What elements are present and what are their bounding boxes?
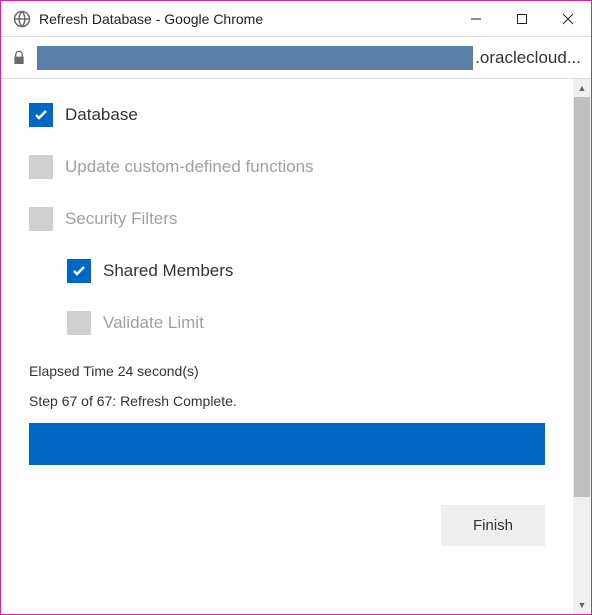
checkbox-database[interactable] xyxy=(29,103,53,127)
checkbox-validate-limit xyxy=(67,311,91,335)
option-validate-limit: Validate Limit xyxy=(67,311,545,335)
lock-icon xyxy=(11,50,27,66)
option-database[interactable]: Database xyxy=(29,103,545,127)
url-field[interactable]: .oraclecloud... xyxy=(37,44,581,72)
option-label: Security Filters xyxy=(65,209,177,229)
close-button[interactable] xyxy=(545,1,591,37)
checkbox-security-filters xyxy=(29,207,53,231)
maximize-button[interactable] xyxy=(499,1,545,37)
url-selected-text xyxy=(37,46,473,70)
globe-icon xyxy=(13,10,31,28)
content-area: Database Update custom-defined functions… xyxy=(1,79,591,614)
step-status: Step 67 of 67: Refresh Complete. xyxy=(29,393,545,409)
option-security-filters: Security Filters xyxy=(29,207,545,231)
option-label: Validate Limit xyxy=(103,313,204,333)
option-label: Shared Members xyxy=(103,261,233,281)
finish-button[interactable]: Finish xyxy=(441,505,545,546)
scroll-up-icon[interactable]: ▲ xyxy=(573,79,591,97)
url-suffix: .oraclecloud... xyxy=(473,48,581,68)
progress-bar xyxy=(29,423,545,465)
window-titlebar: Refresh Database - Google Chrome xyxy=(1,1,591,37)
checkbox-shared-members[interactable] xyxy=(67,259,91,283)
scroll-thumb[interactable] xyxy=(574,97,590,497)
option-label: Update custom-defined functions xyxy=(65,157,314,177)
check-icon xyxy=(33,107,49,123)
option-label: Database xyxy=(65,105,138,125)
checkbox-update-functions xyxy=(29,155,53,179)
scroll-down-icon[interactable]: ▼ xyxy=(573,596,591,614)
check-icon xyxy=(71,263,87,279)
minimize-button[interactable] xyxy=(453,1,499,37)
address-bar[interactable]: .oraclecloud... xyxy=(1,37,591,79)
button-row: Finish xyxy=(29,505,545,546)
elapsed-time: Elapsed Time 24 second(s) xyxy=(29,363,545,379)
window-controls xyxy=(453,1,591,37)
option-update-functions: Update custom-defined functions xyxy=(29,155,545,179)
window-title: Refresh Database - Google Chrome xyxy=(39,11,453,27)
option-shared-members[interactable]: Shared Members xyxy=(67,259,545,283)
scrollbar[interactable]: ▲ ▼ xyxy=(573,79,591,614)
